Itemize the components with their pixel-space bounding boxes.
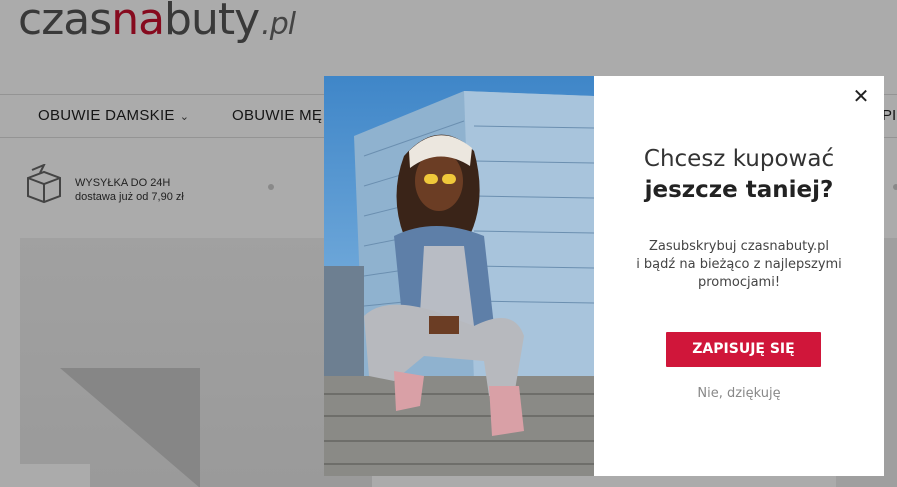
modal-heading-line1: Chcesz kupować xyxy=(643,146,835,172)
newsletter-modal: ✕ Chcesz kupować jeszcze taniej? Zasubsk… xyxy=(324,76,884,476)
modal-body-line2: i bądź na bieżąco z najlepszymi xyxy=(636,257,842,272)
close-icon[interactable]: ✕ xyxy=(851,86,871,106)
modal-heading-line2: jeszcze taniej? xyxy=(644,177,834,203)
modal-content: ✕ Chcesz kupować jeszcze taniej? Zasubsk… xyxy=(594,76,884,476)
modal-body-line1: Zasubskrybuj czasnabuty.pl xyxy=(648,239,830,254)
subscribe-button[interactable]: ZAPISUJĘ SIĘ xyxy=(666,332,821,367)
promo-photo xyxy=(324,76,594,476)
decline-link[interactable]: Nie, dziękuję xyxy=(594,386,884,401)
modal-body-line3: promocjami! xyxy=(697,275,781,290)
